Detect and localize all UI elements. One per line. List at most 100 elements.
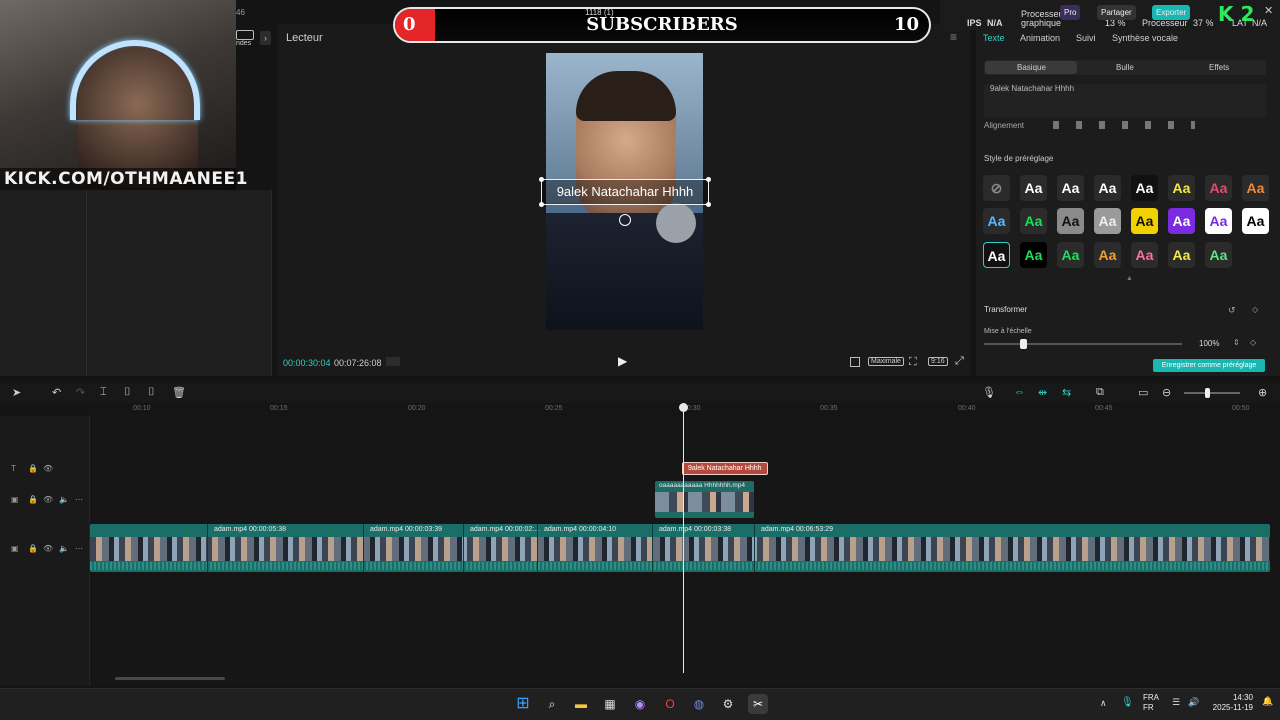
tray-chevron-icon[interactable]: ∧: [1100, 698, 1107, 709]
preset-style[interactable]: Aa: [1168, 175, 1195, 201]
text-input[interactable]: 9alek Natachahar Hhhh: [984, 84, 1266, 118]
lock-icon[interactable]: 🔒: [28, 464, 38, 473]
preset-style[interactable]: Aa: [1131, 242, 1158, 268]
split-icon[interactable]: ⌶: [100, 386, 107, 399]
undo-icon[interactable]: ↶: [52, 386, 61, 399]
scale-slider-knob[interactable]: [1020, 339, 1027, 349]
overlay-video-clip[interactable]: oaaaaaaaaaaa Hhhhhhh.mp4: [655, 481, 754, 518]
tab-texte[interactable]: Texte: [983, 33, 1005, 43]
discord-icon[interactable]: ◍: [689, 694, 709, 714]
transform-label[interactable]: Transformer: [984, 305, 1027, 314]
reset-icon[interactable]: ↺: [1228, 305, 1236, 316]
search-icon[interactable]: ⌕: [542, 694, 562, 714]
resize-handle[interactable]: [539, 202, 544, 207]
clip-boundary[interactable]: [363, 524, 364, 572]
close-icon[interactable]: ✕: [1264, 4, 1273, 17]
notification-icon[interactable]: 🔔: [1262, 696, 1273, 707]
caption-text-box[interactable]: 9alek Natachahar Hhhh: [539, 177, 711, 207]
preset-style[interactable]: Aa: [1131, 175, 1158, 201]
timecode-toggle-icon[interactable]: [386, 357, 400, 366]
preset-style[interactable]: Aa: [1168, 208, 1195, 234]
eye-icon[interactable]: 👁: [43, 464, 53, 473]
eye-icon[interactable]: 👁: [43, 495, 53, 504]
sidebar-tab-icon[interactable]: [236, 30, 254, 40]
magnet-icon[interactable]: ⇆: [1062, 386, 1071, 399]
preset-style[interactable]: Aa: [1057, 175, 1084, 201]
share-button[interactable]: Partager: [1097, 5, 1136, 20]
tab-synthese-vocale[interactable]: Synthèse vocale: [1112, 33, 1178, 43]
steam-icon[interactable]: ⚙: [718, 694, 738, 714]
preset-style[interactable]: Aa: [983, 242, 1010, 268]
preset-style[interactable]: Aa: [1094, 208, 1121, 234]
preset-style[interactable]: Aa: [1242, 175, 1269, 201]
alignment-buttons[interactable]: [1053, 121, 1195, 129]
clip-boundary[interactable]: [754, 524, 755, 572]
preset-style[interactable]: Aa: [1094, 175, 1121, 201]
lock-icon[interactable]: 🔒: [28, 495, 38, 504]
expand-icon[interactable]: ⤢: [955, 355, 964, 368]
windows-start-icon[interactable]: ⊞: [513, 694, 533, 714]
preset-style[interactable]: Aa: [983, 208, 1010, 234]
delete-icon[interactable]: 🗑: [172, 386, 186, 399]
chevron-right-icon[interactable]: ›: [260, 31, 271, 45]
clip-boundary[interactable]: [207, 524, 208, 572]
volume-icon[interactable]: 🔊: [1188, 697, 1199, 708]
preset-style[interactable]: Aa: [1242, 208, 1269, 234]
fullscreen-preview-icon[interactable]: ⛶: [909, 356, 917, 369]
quality-button[interactable]: Maximale: [868, 357, 904, 366]
text-clip[interactable]: 9alek Natachahar Hhhh: [682, 462, 768, 475]
store-icon[interactable]: ▦: [600, 694, 620, 714]
zoom-in-icon[interactable]: ⊕: [1258, 386, 1267, 399]
scale-keyframe-icon[interactable]: ◇: [1250, 338, 1256, 347]
save-preset-button[interactable]: Enregistrer comme préréglage: [1153, 359, 1265, 372]
clip-boundary[interactable]: [537, 524, 538, 572]
trim-left-icon[interactable]: ⌷: [124, 386, 131, 399]
redo-icon[interactable]: ↷: [76, 386, 85, 399]
resize-handle[interactable]: [706, 202, 711, 207]
zoom-slider[interactable]: [1184, 392, 1240, 394]
preset-style[interactable]: Aa: [1168, 242, 1195, 268]
keyframe-icon[interactable]: ◇: [1252, 305, 1258, 314]
scale-value[interactable]: 100%: [1199, 339, 1219, 348]
preset-style[interactable]: Aa: [1057, 242, 1084, 268]
preset-style[interactable]: Aa: [1020, 242, 1047, 268]
tab-suivi[interactable]: Suivi: [1076, 33, 1096, 43]
resize-handle[interactable]: [706, 177, 711, 182]
speaker-icon[interactable]: 🔈: [59, 495, 69, 504]
twitch-icon[interactable]: ◉: [630, 694, 650, 714]
more-icon[interactable]: ⋯: [75, 544, 83, 553]
language-indicator[interactable]: FRA FR: [1143, 693, 1159, 713]
segment-bulle[interactable]: Bulle: [1116, 60, 1134, 75]
preset-style[interactable]: Aa: [1094, 242, 1121, 268]
menu-icon[interactable]: ≡: [950, 30, 957, 44]
preview-axis-icon[interactable]: ⧉: [1096, 386, 1104, 399]
snap-icon[interactable]: ⇹: [1038, 386, 1047, 399]
zoom-slider-knob[interactable]: [1205, 388, 1210, 398]
speaker-icon[interactable]: 🔈: [59, 544, 69, 553]
timeline-scrollbar[interactable]: [115, 677, 225, 680]
wifi-icon[interactable]: ☰: [1172, 697, 1180, 708]
preset-style[interactable]: Aa: [1205, 208, 1232, 234]
trim-right-icon[interactable]: ⌷: [148, 386, 155, 399]
segment-basique[interactable]: Basique: [1017, 60, 1046, 75]
file-explorer-icon[interactable]: ▬: [571, 694, 591, 714]
capcut-icon[interactable]: ✂: [748, 694, 768, 714]
resize-handle[interactable]: [539, 177, 544, 182]
segment-effets[interactable]: Effets: [1209, 60, 1229, 75]
mic-icon[interactable]: 🎙: [982, 386, 996, 399]
eye-icon[interactable]: 👁: [43, 544, 53, 553]
more-icon[interactable]: ⋯: [75, 495, 83, 504]
scale-slider[interactable]: [984, 343, 1182, 345]
opera-icon[interactable]: O: [660, 694, 680, 714]
playhead-handle[interactable]: [679, 403, 688, 412]
stepper-icon[interactable]: ⇕: [1233, 338, 1240, 347]
caption-icon[interactable]: ▭: [1138, 386, 1148, 399]
play-icon[interactable]: ▶: [618, 354, 632, 370]
crop-icon[interactable]: [850, 357, 860, 367]
clip-boundary[interactable]: [463, 524, 464, 572]
ratio-button[interactable]: 9:16: [928, 357, 948, 366]
collapse-icon[interactable]: ▲: [1126, 275, 1133, 282]
tray-mic-icon[interactable]: 🎙: [1121, 697, 1134, 708]
link-icon[interactable]: ⇔: [1014, 386, 1025, 398]
select-tool-icon[interactable]: ➤: [12, 386, 21, 399]
